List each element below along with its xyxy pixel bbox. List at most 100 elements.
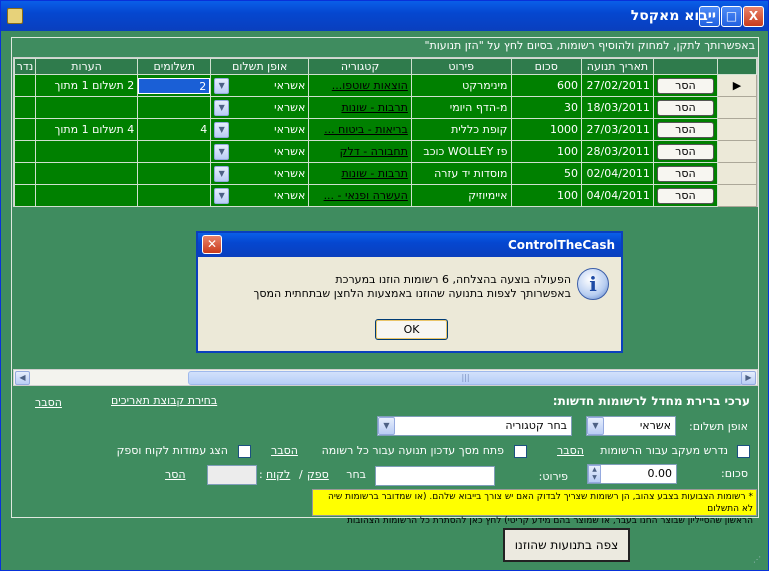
row-header-marker[interactable] (716, 162, 758, 185)
table-row[interactable]: 4 תשלום 1 מתוך 4 ▼ אשראי בריאות - ביטוח .… (14, 118, 758, 141)
track-checkbox[interactable] (737, 445, 750, 458)
column-header-detail[interactable]: פירוט (410, 58, 512, 75)
date-cell[interactable]: 28/03/2011 (581, 140, 654, 163)
category-link[interactable]: העשרה ופנאי - ... (324, 189, 408, 202)
date-cell[interactable]: 04/04/2011 (581, 184, 654, 207)
row-header-marker[interactable] (716, 96, 758, 119)
scroll-left-icon[interactable]: ◀ (15, 371, 30, 385)
amount-cell[interactable]: 30 (510, 96, 583, 119)
column-header-category[interactable]: קטגוריה (308, 58, 412, 75)
table-row[interactable]: ▼ אשראי תחבורה - דלק פז WOLLEY כוכב 100 2… (14, 140, 758, 163)
view-transactions-button[interactable]: צפה בתנועות שהוזנו (503, 528, 630, 562)
payment-cell[interactable]: אשראי (274, 101, 305, 114)
chevron-down-icon[interactable]: ▼ (214, 165, 230, 182)
category-link[interactable]: תרבות - שונות (341, 167, 407, 180)
explain-link[interactable]: הסבר (35, 396, 62, 409)
date-cell[interactable]: 18/03/2011 (581, 96, 654, 119)
installments-cell[interactable] (137, 96, 212, 119)
date-cell[interactable]: 27/03/2011 (581, 118, 654, 141)
notes-cell[interactable]: 2 תשלום 1 מתוך (34, 74, 139, 97)
column-header-notes[interactable]: הערות (34, 58, 139, 75)
table-row[interactable]: ▼ אשראי תרבות - שונות מ-הדף היומי 30 18/0… (14, 96, 758, 119)
chevron-down-icon[interactable]: ▼ (214, 99, 230, 116)
payment-cell[interactable]: אשראי (274, 123, 305, 136)
amount-cell[interactable]: 100 (510, 140, 583, 163)
dialog-close-button[interactable]: ✕ (202, 235, 222, 254)
amount-cell[interactable]: 600 (510, 74, 583, 97)
extra-cell[interactable] (14, 162, 36, 185)
delete-row-button[interactable]: הסר (656, 187, 714, 204)
supplier-link[interactable]: ספק (307, 468, 329, 481)
table-row[interactable]: 2 תשלום 1 מתוך 2 ▼ אשראי הוצאות שוטפו... … (14, 74, 758, 97)
detail-cell[interactable]: איימיוזיק (410, 184, 512, 207)
extra-cell[interactable] (14, 140, 36, 163)
extra-cell[interactable] (14, 118, 36, 141)
date-cell[interactable]: 02/04/2011 (581, 162, 654, 185)
notes-cell[interactable] (34, 140, 139, 163)
column-header-extra[interactable]: נדר (14, 58, 36, 75)
chevron-down-icon[interactable]: ▼ (378, 417, 395, 435)
row-header-marker[interactable] (716, 184, 758, 207)
chevron-down-icon[interactable]: ▼ (587, 417, 604, 435)
notes-cell[interactable] (34, 184, 139, 207)
scrollbar-thumb[interactable]: ||| (188, 371, 743, 385)
column-header-payment[interactable]: אופן תשלום (210, 58, 310, 75)
notes-cell[interactable] (34, 162, 139, 185)
chevron-down-icon[interactable]: ▼ (214, 143, 230, 160)
installments-cell[interactable]: 2 (138, 77, 210, 94)
horizontal-scrollbar[interactable]: ◀ ||| ▶ (13, 369, 758, 386)
date-cell[interactable]: 27/02/2011 (581, 74, 654, 97)
payment-cell[interactable]: אשראי (274, 189, 305, 202)
maximize-button[interactable]: □ (721, 6, 742, 27)
extra-cell[interactable] (14, 184, 36, 207)
delete-row-button[interactable]: הסר (656, 143, 714, 160)
customer-link[interactable]: לקוח (266, 468, 290, 481)
category-link[interactable]: תרבות - שונות (341, 101, 407, 114)
title-bar[interactable]: _ □ X ייבוא מאקסל (1, 1, 768, 31)
resize-grip-icon[interactable]: ⋰ (753, 555, 765, 567)
notes-cell[interactable] (34, 96, 139, 119)
detail-cell[interactable]: מוסדות יד עזרה (410, 162, 512, 185)
row-header-marker[interactable] (716, 140, 758, 163)
payment-cell[interactable]: אשראי (274, 79, 305, 92)
delete-row-button[interactable]: הסר (656, 99, 714, 116)
detail-cell[interactable]: מינימרקט (410, 74, 512, 97)
row-header-marker[interactable] (716, 118, 758, 141)
detail-input[interactable] (375, 466, 495, 486)
detail-cell[interactable]: מ-הדף היומי (410, 96, 512, 119)
chevron-down-icon[interactable]: ▼ (214, 77, 230, 94)
amount-cell[interactable]: 1000 (510, 118, 583, 141)
delete-row-button[interactable]: הסר (656, 77, 714, 94)
open-update-explain-link[interactable]: הסבר (271, 444, 298, 457)
dialog-title-bar[interactable]: ✕ ControlTheCash (198, 233, 621, 257)
close-button[interactable]: X (743, 6, 764, 27)
column-header-amount[interactable]: סכום (510, 58, 583, 75)
payment-cell[interactable]: אשראי (274, 167, 305, 180)
column-header-date[interactable]: תאריך תנועה (581, 58, 654, 75)
party-input[interactable] (207, 465, 257, 485)
delete-row-button[interactable]: הסר (656, 165, 714, 182)
column-header-installments[interactable]: תשלומים (137, 58, 212, 75)
table-row[interactable]: ▼ אשראי העשרה ופנאי - ... איימיוזיק 100 0… (14, 184, 758, 207)
detail-cell[interactable]: פז WOLLEY כוכב (410, 140, 512, 163)
open-update-checkbox[interactable] (514, 445, 527, 458)
date-group-link[interactable]: בחירת קבוצת תאריכים (111, 394, 217, 407)
show-columns-checkbox[interactable] (238, 445, 251, 458)
installments-cell[interactable]: 4 (137, 118, 212, 141)
installments-cell[interactable] (137, 184, 212, 207)
transactions-grid[interactable]: נדר הערות תשלומים אופן תשלום קטגוריה פיר… (13, 57, 758, 207)
category-link[interactable]: תחבורה - דלק (340, 145, 408, 158)
amount-spinner[interactable]: ▲ ▼ (588, 465, 601, 483)
table-row[interactable]: ▼ אשראי תרבות - שונות מוסדות יד עזרה 50 0… (14, 162, 758, 185)
amount-cell[interactable]: 100 (510, 184, 583, 207)
installments-cell[interactable] (137, 162, 212, 185)
category-link[interactable]: הוצאות שוטפו... (332, 79, 408, 92)
category-select[interactable]: בחר קטגוריה (377, 416, 572, 436)
amount-cell[interactable]: 50 (510, 162, 583, 185)
ok-button[interactable]: OK (375, 319, 448, 340)
delete-row-button[interactable]: הסר (656, 121, 714, 138)
chevron-down-icon[interactable]: ▼ (214, 187, 230, 204)
yellow-warning-box[interactable]: * רשומות הצבועות בצבע צהוב, הן רשומות שצ… (312, 489, 757, 526)
chevron-down-icon[interactable]: ▼ (214, 121, 230, 138)
installments-cell[interactable] (137, 140, 212, 163)
